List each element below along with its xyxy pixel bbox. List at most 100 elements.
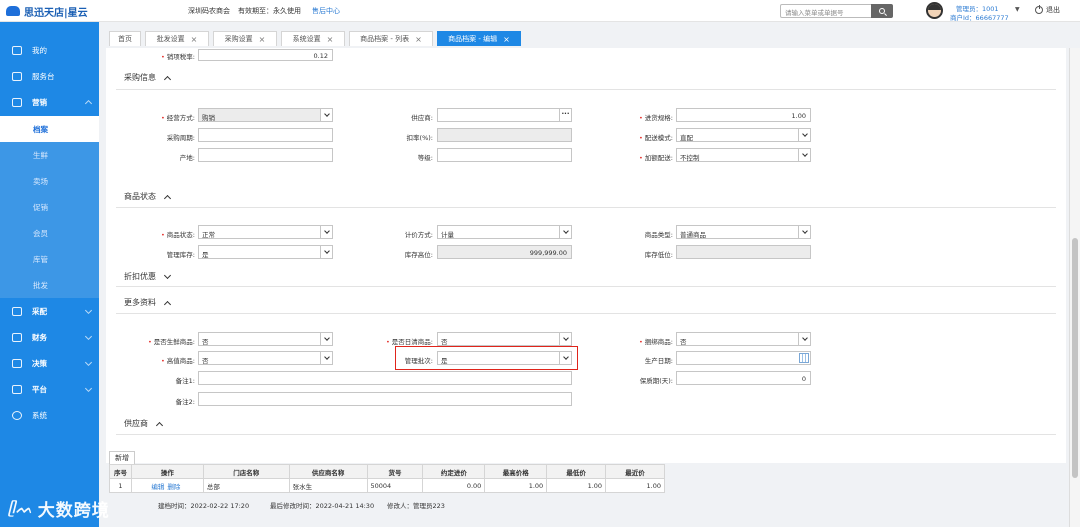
gear-icon [12,410,22,420]
tab-item-edit[interactable]: 商品档案 - 编辑 × [437,31,521,46]
manage-stock-select[interactable]: 是 [198,245,333,259]
more-icon[interactable]: ··· [559,109,571,121]
calendar-icon[interactable] [799,353,809,363]
pricing-select[interactable]: 计量 [437,225,572,239]
delete-link[interactable]: 删除 [167,483,180,491]
grade-input[interactable] [437,148,572,162]
item-type-select[interactable]: 普通商品 [676,225,811,239]
section-discount[interactable]: 折扣优惠 [124,271,172,282]
select-value: 是 [441,357,448,365]
sidebar-item-label: 系统 [32,410,47,420]
select-value: 直配 [680,134,693,142]
collapse-icon [155,421,164,429]
sidebar-subitem-wholesale[interactable]: 批发 [0,272,99,298]
edit-link[interactable]: 编辑 [151,483,164,491]
close-icon[interactable]: × [415,35,422,44]
remark2-input[interactable] [198,392,572,406]
surcharge-select[interactable]: 不控制 [676,148,811,162]
sidebar-subitem-fresh[interactable]: 生鲜 [0,142,99,168]
sidebar-item-platform[interactable]: 平台 [0,376,99,402]
sidebar-item-system[interactable]: 系统 [0,402,99,428]
sidebar-subitem-archive[interactable]: 档案 [0,116,99,142]
chevron-down-icon [320,333,332,345]
cart-icon [12,306,22,316]
tab-system-settings[interactable]: 系统设置 × [281,31,345,46]
cell-actions: 编辑 删除 [130,478,204,493]
production-date-input[interactable] [676,351,811,365]
chevron-down-icon [320,109,332,121]
close-icon[interactable]: × [327,35,334,44]
bundle-select[interactable]: 否 [676,332,811,346]
sidebar-subitem-member[interactable]: 会员 [0,220,99,246]
section-item-status[interactable]: 商品状态 [124,191,172,202]
is-daily-select[interactable]: 否 [437,332,572,346]
after-sale-link[interactable]: 售后中心 [312,6,340,16]
tab-wholesale-settings[interactable]: 批发设置 × [145,31,209,46]
is-daily-label: • 是否日清商品: [385,338,433,346]
section-suppliers[interactable]: 供应商 [124,418,164,429]
sidebar-item-mine[interactable]: 我的 [0,37,99,63]
close-icon[interactable]: × [191,35,198,44]
sidebar-item-finance[interactable]: 财务 [0,324,99,350]
tab-label: 批发设置 [156,35,185,43]
business-mode-select[interactable]: 购销 [198,108,333,122]
luxury-select[interactable]: 否 [198,351,333,365]
manage-stock-label: 管理库存: [166,251,195,259]
section-more-info[interactable]: 更多资料 [124,297,172,308]
tab-label: 商品档案 - 列表 [360,35,410,43]
add-supplier-button[interactable]: 新增 [109,451,135,464]
chevron-down-icon [84,384,93,393]
watermark-logo-icon: ᥫᨓ [8,500,34,517]
delivery-mode-select[interactable]: 直配 [676,128,811,142]
app-logo[interactable]: 思迅天店|星云 [6,4,88,19]
origin-input[interactable] [198,148,333,162]
logo-icon [6,6,20,16]
chevron-down-icon [559,333,571,345]
tab-item-list[interactable]: 商品档案 - 列表 × [349,31,433,46]
close-icon[interactable]: × [259,35,266,44]
item-status-select[interactable]: 正常 [198,225,333,239]
batch-select[interactable]: 是 [437,351,572,365]
sidebar-item-operation[interactable]: 营销 [0,89,99,115]
select-value: 正常 [202,231,215,239]
select-value: 计量 [441,231,454,239]
col-header: 货号 [366,464,424,479]
output-tax-input[interactable]: 0.12 [198,49,333,61]
purchase-spec-input[interactable]: 1.00 [676,108,811,122]
search-button[interactable] [871,4,893,18]
sidebar-subitem-store[interactable]: 卖场 [0,168,99,194]
sidebar-subitem-promo[interactable]: 促销 [0,194,99,220]
tab-home[interactable]: 首页 [109,31,141,46]
chart-icon [12,97,22,107]
user-menu-caret-icon[interactable]: ▼ [1015,6,1020,13]
supplier-input[interactable]: ··· [437,108,572,122]
deduction-label: 扣率(%): [406,134,433,142]
collapse-icon [163,194,172,202]
remark1-input[interactable] [198,371,572,385]
table-row[interactable]: 1 编辑 删除 总部 张水生 50004 0.00 1.00 1.00 1.00 [109,478,665,493]
table-header-row: 序号 操作 门店名称 供应商名称 货号 约定进价 最高价格 最低价 最近价 [109,464,665,479]
menu-search-input[interactable]: 请输入菜单或单据号 [780,4,872,18]
logout-button[interactable]: 退出 [1035,5,1060,15]
merchant-id: 商户Id：66667777 [950,14,1009,22]
is-fresh-select[interactable]: 否 [198,332,333,346]
chevron-down-icon [84,358,93,367]
main-scrollbar[interactable] [1069,48,1080,527]
section-title: 折扣优惠 [124,272,156,281]
sidebar-item-purchase[interactable]: 采配 [0,298,99,324]
avatar[interactable] [926,2,943,19]
tab-purchase-settings[interactable]: 采购设置 × [213,31,277,46]
sidebar-subitem-inventory[interactable]: 库管 [0,246,99,272]
section-purchase-info[interactable]: 采购信息 [124,72,172,83]
sidebar-item-service[interactable]: 服务台 [0,63,99,89]
tab-label: 系统设置 [292,35,321,43]
purchase-cycle-label: 采购周期: [166,134,195,142]
purchase-cycle-input[interactable] [198,128,333,142]
shelf-life-input[interactable]: 0 [676,371,811,385]
sidebar-item-decision[interactable]: 决策 [0,350,99,376]
supplier-label: 供应商: [411,114,433,122]
remark2-label: 备注2: [175,398,195,406]
scroll-thumb[interactable] [1072,238,1078,478]
close-icon[interactable]: × [503,35,510,44]
chevron-down-icon [798,226,810,238]
